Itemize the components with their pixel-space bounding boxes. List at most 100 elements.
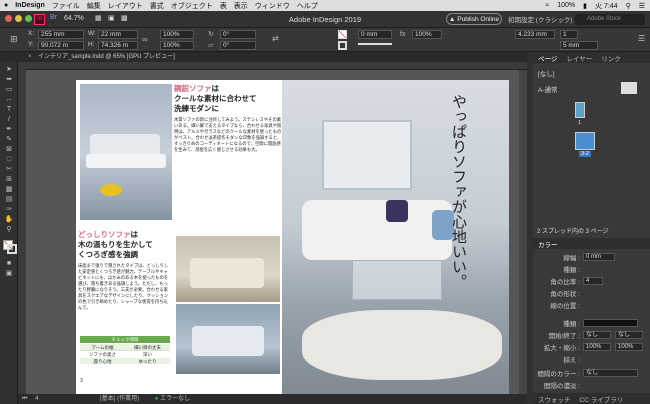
- selection-tool-icon[interactable]: ➤: [4, 66, 14, 74]
- tab-swatches[interactable]: スウォッチ: [538, 394, 571, 404]
- page-tool-icon[interactable]: ▭: [4, 86, 14, 94]
- horizontal-ruler[interactable]: [26, 62, 527, 70]
- shear-field[interactable]: 0°: [220, 41, 256, 50]
- scissors-tool-icon[interactable]: ✂: [4, 166, 14, 174]
- fx-icon[interactable]: fx: [400, 31, 405, 38]
- stroke-weight-field[interactable]: 0 mm: [358, 30, 392, 39]
- body-text-1[interactable]: 木質ソファの新に注目してみよう。ステンレスやその素いある。細い脚で支えるタイプな…: [174, 118, 282, 154]
- fill-swatch-icon[interactable]: [338, 30, 347, 39]
- screen-mode-tool-icon[interactable]: ▣: [4, 270, 14, 278]
- living-room-photo[interactable]: [282, 80, 509, 398]
- menu-object[interactable]: オブジェクト: [171, 1, 213, 11]
- search-icon[interactable]: ⚲: [626, 2, 631, 10]
- stroke-swatch-icon[interactable]: [338, 41, 347, 50]
- blue-sofa-photo[interactable]: [176, 304, 280, 374]
- tab-color[interactable]: カラー: [538, 239, 558, 249]
- menu-type[interactable]: 書式: [150, 1, 164, 11]
- pages-master[interactable]: A-通常: [538, 84, 558, 94]
- master-thumb-icon[interactable]: [621, 82, 637, 94]
- y-field[interactable]: 90.072 m: [38, 41, 84, 50]
- battery-icon: ▮: [583, 2, 587, 10]
- page-field[interactable]: 4: [35, 396, 38, 402]
- menu-table[interactable]: 表: [220, 1, 227, 11]
- page-1-thumb[interactable]: [575, 102, 585, 118]
- corner-size-field[interactable]: 4.233 mm: [515, 30, 555, 39]
- scale-x-field[interactable]: 100%: [160, 30, 194, 39]
- stroke-weight-input[interactable]: 0 mm: [583, 253, 615, 261]
- clock[interactable]: 火 7:44: [595, 1, 618, 11]
- canvas[interactable]: 鋼鋭ソファは クールな素材に合わせて 洗練モダンに 木質ソファの新に注目してみよ…: [26, 70, 527, 398]
- workspace-select[interactable]: 初期設定 (クラシック): [508, 14, 573, 24]
- apple-icon[interactable]: ●: [4, 2, 8, 9]
- tab-links[interactable]: リンク: [601, 53, 621, 63]
- miter-input[interactable]: 4: [583, 277, 603, 285]
- start-end-row: 開始/終了 : なし なし: [533, 330, 650, 340]
- vertical-ruler[interactable]: [18, 62, 26, 394]
- x-field[interactable]: 255 mm: [38, 30, 84, 39]
- menu-view[interactable]: 表示: [234, 1, 248, 11]
- beige-sofa-photo[interactable]: [176, 236, 280, 302]
- gutter-field[interactable]: 5 mm: [560, 41, 598, 50]
- flip-icon[interactable]: ⇄: [272, 34, 279, 43]
- hand-tool-icon[interactable]: ✋: [4, 216, 14, 224]
- panel-menu-icon[interactable]: ☰: [638, 34, 645, 43]
- search-input[interactable]: Adobe Stock: [575, 14, 645, 25]
- note-tool-icon[interactable]: ▤: [4, 196, 14, 204]
- free-transform-tool-icon[interactable]: ⊞: [4, 176, 14, 184]
- gap-tool-icon[interactable]: ↔: [4, 96, 14, 104]
- scale-start-input[interactable]: 100%: [583, 343, 611, 351]
- h-field[interactable]: 74.326 m: [98, 41, 138, 50]
- check-table[interactable]: チェック項目 アームの幅 細い目の丈夫 ソファの奥さ 深い 座り心地 ゆったり: [80, 336, 170, 364]
- publish-online-button[interactable]: ▲ Publish Online: [446, 13, 502, 25]
- start-select[interactable]: なし: [583, 331, 611, 339]
- pencil-tool-icon[interactable]: ✎: [4, 136, 14, 144]
- table-cell: ソファの奥さ: [89, 352, 116, 357]
- rotate-field[interactable]: 0°: [220, 30, 256, 39]
- gap-color-select[interactable]: なし: [583, 369, 638, 377]
- line-tool-icon[interactable]: /: [4, 116, 14, 124]
- close-tab-icon[interactable]: ×: [28, 52, 32, 62]
- eyedropper-tool-icon[interactable]: ✑: [4, 206, 14, 214]
- gradient-tool-icon[interactable]: ▩: [4, 186, 14, 194]
- tab-layers[interactable]: レイヤー: [566, 53, 592, 63]
- opacity-field[interactable]: 100%: [412, 30, 442, 39]
- document-tab[interactable]: × インテリア_sample.indd @ 65% [GPU プレビュー]: [10, 52, 527, 62]
- rectangle-tool-icon[interactable]: □: [4, 156, 14, 164]
- tab-cc-libraries[interactable]: CC ライブラリ: [580, 394, 624, 404]
- constrain-link-icon[interactable]: ∞: [142, 35, 148, 44]
- first-page-icon[interactable]: ⏮: [22, 396, 27, 402]
- type-tool-icon[interactable]: T: [4, 106, 14, 114]
- zoom-tool-icon[interactable]: ⚲: [4, 226, 14, 234]
- menu-help[interactable]: ヘルプ: [297, 1, 318, 11]
- menu-file[interactable]: ファイル: [52, 1, 80, 11]
- menu-app[interactable]: InDesign: [15, 2, 45, 9]
- direct-selection-tool-icon[interactable]: ➥: [4, 76, 14, 84]
- reference-point-icon[interactable]: ⊞: [10, 34, 18, 45]
- left-page[interactable]: 鋼鋭ソファは クールな素材に合わせて 洗練モダンに 木質ソファの新に注目してみよ…: [76, 80, 286, 398]
- battery-level[interactable]: 100%: [557, 2, 575, 9]
- pages-none[interactable]: [なし]: [538, 68, 555, 78]
- apply-color-icon[interactable]: ■: [4, 260, 14, 268]
- white-sofa-photo[interactable]: [80, 84, 172, 220]
- scale-end-input[interactable]: 100%: [615, 343, 643, 351]
- stroke-color-icon[interactable]: [7, 244, 17, 254]
- right-page[interactable]: やっぱりソファが心地いい。: [282, 80, 509, 398]
- stroke-type-select[interactable]: [583, 319, 638, 327]
- rectangle-frame-tool-icon[interactable]: ⊠: [4, 146, 14, 154]
- menu-list-icon[interactable]: ☰: [639, 2, 645, 10]
- end-select[interactable]: なし: [615, 331, 643, 339]
- stroke-style-icon[interactable]: [358, 43, 392, 45]
- pen-tool-icon[interactable]: ✒: [4, 126, 14, 134]
- wifi-icon[interactable]: ≈: [545, 2, 549, 9]
- tab-pages[interactable]: ページ: [538, 53, 557, 63]
- spread-3-2-thumb[interactable]: [575, 132, 595, 150]
- menu-layout[interactable]: レイアウト: [108, 1, 143, 11]
- menu-edit[interactable]: 編集: [87, 1, 101, 11]
- vertical-scrollbar[interactable]: [519, 70, 527, 394]
- scale-y-field[interactable]: 100%: [160, 41, 194, 50]
- menu-window[interactable]: ウィンドウ: [255, 1, 290, 11]
- body-text-2[interactable]: 床面まで張りで隠されたタイプは、どっしりした安定感とくつろぎ感が魅力。テーブルや…: [78, 264, 172, 312]
- preflight-status[interactable]: エラーなし: [160, 396, 190, 402]
- w-field[interactable]: 22 mm: [98, 30, 138, 39]
- columns-field[interactable]: 1: [560, 30, 578, 39]
